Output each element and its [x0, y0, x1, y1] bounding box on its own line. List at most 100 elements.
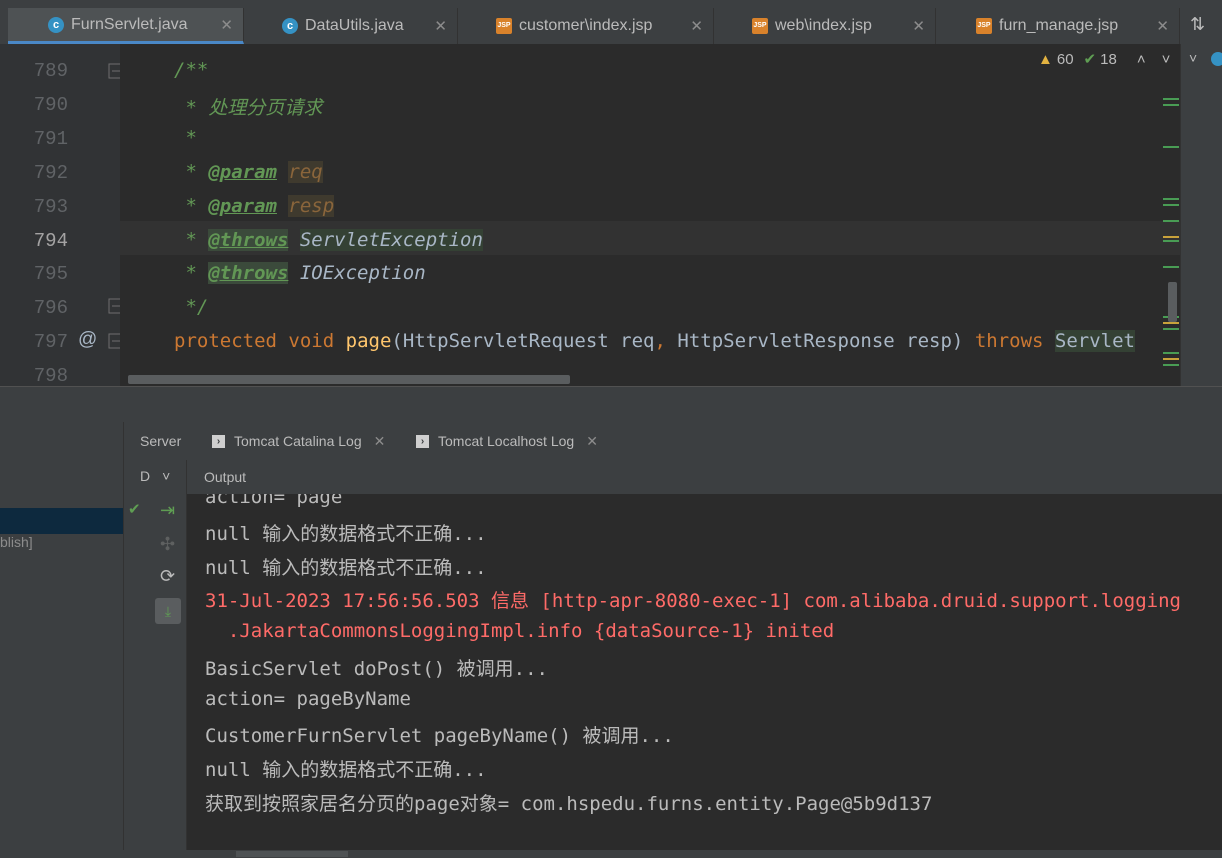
- check-icon: ✔: [128, 501, 141, 518]
- scroll-to-end-icon[interactable]: ⤓: [155, 598, 181, 624]
- warning-icon: ▲: [1038, 50, 1053, 68]
- code-line: * @throws IOException: [174, 262, 426, 284]
- close-icon[interactable]: ✕: [912, 17, 935, 35]
- chevron-up-icon[interactable]: ˄: [1137, 51, 1146, 68]
- line-number: 791: [33, 128, 68, 150]
- console-line: action= pageByName: [205, 688, 411, 710]
- line-number: 794: [33, 230, 68, 252]
- code-line: /**: [174, 59, 209, 81]
- java-class-icon: c: [282, 18, 298, 34]
- java-class-icon[interactable]: [1211, 52, 1222, 66]
- console-output[interactable]: action= page null 输入的数据格式不正确... null 输入的…: [187, 494, 1222, 850]
- error-stripe[interactable]: [1160, 90, 1180, 380]
- code-line: */: [174, 296, 209, 318]
- tab-label: customer\index.jsp: [519, 17, 653, 34]
- vertical-scrollbar[interactable]: [1168, 282, 1177, 322]
- warning-count: 60: [1056, 50, 1074, 68]
- close-icon[interactable]: ✕: [374, 433, 386, 450]
- stripe-marker[interactable]: [1163, 240, 1179, 242]
- chevron-down-icon[interactable]: ˅: [1189, 50, 1197, 66]
- code-editor[interactable]: /** * 处理分页请求 * * @param req * @param res…: [120, 44, 1180, 386]
- services-tab-bar: Server › Tomcat Catalina Log ✕ › Tomcat …: [124, 422, 1222, 461]
- console-line: BasicServlet doPost() 被调用...: [205, 658, 548, 680]
- horizontal-scrollbar[interactable]: [236, 851, 348, 857]
- update-icon[interactable]: ✣: [160, 534, 175, 555]
- output-title: Output: [204, 469, 247, 485]
- line-number: 792: [33, 162, 68, 184]
- tab-customer-index-jsp[interactable]: JSP customer\index.jsp ✕: [458, 8, 714, 44]
- stripe-marker[interactable]: [1163, 146, 1179, 148]
- line-number: 795: [33, 263, 68, 285]
- console-line: null 输入的数据格式不正确...: [205, 557, 487, 579]
- tab-furn-manage-jsp[interactable]: JSP furn_manage.jsp ✕: [936, 8, 1180, 44]
- right-tool-strip: ˅: [1180, 44, 1222, 386]
- tab-label: Server: [140, 433, 182, 449]
- tab-label: Tomcat Localhost Log: [438, 433, 575, 449]
- stripe-marker[interactable]: [1163, 198, 1179, 200]
- code-line: * 处理分页请求: [174, 97, 323, 119]
- stripe-marker[interactable]: [1163, 204, 1179, 206]
- redeploy-icon[interactable]: ⇥: [160, 500, 175, 521]
- java-class-icon: c: [48, 16, 64, 33]
- jsp-file-icon: JSP: [976, 18, 992, 34]
- tab-server[interactable]: Server: [140, 422, 181, 460]
- code-line: protected void page(HttpServletRequest r…: [174, 330, 1135, 352]
- tab-label: DataUtils.java: [305, 17, 404, 34]
- jsp-file-icon: JSP: [752, 18, 768, 34]
- tab-furnservlet[interactable]: c FurnServlet.java ✕: [8, 8, 244, 44]
- code-line: * @param req: [174, 161, 323, 183]
- line-number: 789: [33, 60, 68, 82]
- stripe-marker[interactable]: [1163, 358, 1179, 360]
- panel-splitter[interactable]: [0, 386, 1222, 424]
- tab-tomcat-catalina-log[interactable]: › Tomcat Catalina Log ✕: [212, 422, 385, 460]
- tree-item-label[interactable]: blish]: [0, 534, 33, 550]
- code-line: *: [174, 127, 197, 149]
- console-line: CustomerFurnServlet pageByName() 被调用...: [205, 725, 674, 747]
- refresh-icon[interactable]: ⟳: [160, 566, 175, 587]
- dropdown-label: D: [140, 468, 151, 484]
- line-number: 797: [33, 331, 68, 353]
- close-icon[interactable]: ✕: [690, 17, 713, 35]
- stripe-marker[interactable]: [1163, 220, 1179, 222]
- output-header: Output: [187, 460, 1222, 494]
- horizontal-scrollbar[interactable]: [128, 375, 570, 384]
- terminal-icon: ›: [212, 434, 225, 448]
- tab-datautils[interactable]: c DataUtils.java ✕: [244, 8, 458, 44]
- console-line: null 输入的数据格式不正确...: [205, 759, 487, 781]
- bottom-scroll-strip: [0, 850, 1222, 858]
- chevron-down-icon[interactable]: ˅: [1162, 51, 1171, 68]
- stripe-marker[interactable]: [1163, 364, 1179, 366]
- tab-web-index-jsp[interactable]: JSP web\index.jsp ✕: [714, 8, 936, 44]
- check-icon: ✔: [1083, 51, 1097, 68]
- terminal-icon: ›: [416, 434, 429, 448]
- console-line: action= page: [205, 494, 343, 508]
- chevron-down-icon: ˅: [162, 468, 171, 484]
- line-number: 793: [33, 196, 68, 218]
- close-icon[interactable]: ✕: [1156, 17, 1179, 35]
- jsp-file-icon: JSP: [496, 18, 512, 34]
- stripe-marker[interactable]: [1163, 322, 1179, 324]
- code-line: * @throws ServletException: [174, 229, 483, 251]
- line-number: 796: [33, 297, 68, 319]
- tab-tomcat-localhost-log[interactable]: › Tomcat Localhost Log ✕: [416, 422, 598, 460]
- sort-icon[interactable]: ⇅: [1190, 14, 1205, 35]
- console-line: 31-Jul-2023 17:56:56.503 信息 [http-apr-80…: [205, 590, 1181, 612]
- stripe-marker[interactable]: [1163, 236, 1179, 238]
- close-icon[interactable]: ✕: [586, 433, 598, 450]
- selected-tree-row[interactable]: [0, 508, 123, 534]
- stripe-marker[interactable]: [1163, 98, 1179, 100]
- deploy-dropdown[interactable]: D ˅: [140, 468, 170, 484]
- stripe-marker[interactable]: [1163, 352, 1179, 354]
- stripe-marker[interactable]: [1163, 266, 1179, 268]
- close-icon[interactable]: ✕: [220, 16, 243, 34]
- override-marker-icon[interactable]: @: [78, 329, 97, 351]
- line-number: 790: [33, 94, 68, 116]
- close-icon[interactable]: ✕: [434, 17, 457, 35]
- inspection-widget[interactable]: ▲ 60 ✔ 18 ˄ ˅: [1038, 50, 1171, 69]
- tab-label: furn_manage.jsp: [999, 17, 1119, 34]
- stripe-marker[interactable]: [1163, 104, 1179, 106]
- code-line: * @param resp: [174, 195, 335, 217]
- console-line: null 输入的数据格式不正确...: [205, 523, 487, 545]
- stripe-marker[interactable]: [1163, 328, 1179, 330]
- tab-label: FurnServlet.java: [71, 15, 188, 33]
